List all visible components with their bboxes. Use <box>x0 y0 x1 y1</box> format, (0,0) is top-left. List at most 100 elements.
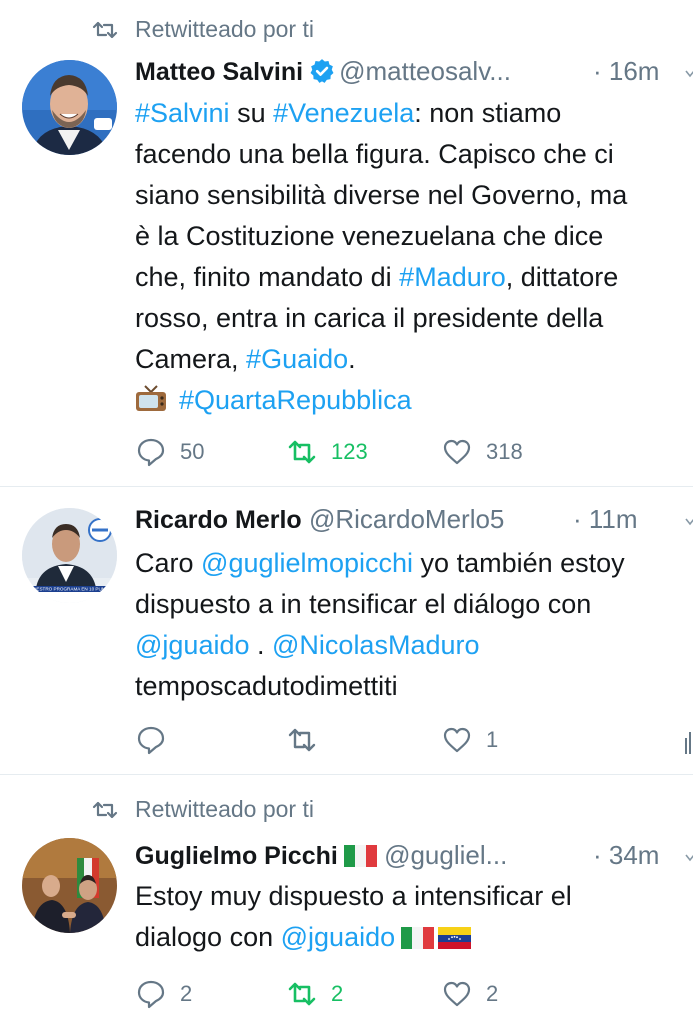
text-run: su <box>229 98 274 128</box>
retweet-icon <box>288 440 316 464</box>
mention-link[interactable]: @guglielmopicchi <box>201 548 413 578</box>
hashtag-link[interactable]: #Maduro <box>399 262 506 292</box>
text-line: facendo una bella figura. Capisco che ci <box>135 139 614 169</box>
reply-icon <box>137 726 165 755</box>
like-button[interactable]: 318 <box>442 434 523 470</box>
author-name[interactable]: Guglielmo Picchi <box>135 842 338 870</box>
text-line: è la Costituzione venezuelana che dice <box>135 221 604 251</box>
avatar-image <box>22 838 117 933</box>
text-line: che, finito mandato di #Maduro, dittator… <box>135 257 693 298</box>
like-count: 318 <box>486 439 523 464</box>
like-button[interactable]: 2 <box>442 976 498 1012</box>
retweeted-by-row: Retwitteado por ti <box>0 14 693 44</box>
tweet-time[interactable]: · 16m <box>593 56 659 87</box>
retweeted-by-label: Retwitteado por ti <box>135 796 314 822</box>
reply-icon <box>137 438 165 467</box>
author-handle[interactable]: @matteosalv... <box>339 56 511 86</box>
text-run: , dittatore <box>505 262 619 292</box>
hashtag-link[interactable]: #Salvini <box>135 98 230 128</box>
text-line: rosso, entra in carica il presidente del… <box>135 303 604 333</box>
retweet-icon <box>92 21 118 39</box>
heart-icon <box>443 727 471 753</box>
heart-icon <box>443 439 471 465</box>
chevron-down-icon[interactable] <box>685 70 693 78</box>
italy-flag-icon <box>343 845 377 867</box>
text-line: siano sensibilità diverse nel Governo, m… <box>135 180 628 210</box>
avatar-picchi[interactable] <box>22 838 117 933</box>
verified-badge-icon <box>310 59 334 83</box>
tweet-actions: 50 123 318 <box>0 434 693 474</box>
retweeted-by-label: Retwitteado por ti <box>135 16 314 42</box>
text-line: temposcadutodimettiti <box>135 671 398 701</box>
tweet-text: Estoy muy dispuesto a intensificar el di… <box>135 876 693 958</box>
reply-count: 50 <box>180 439 205 464</box>
italy-flag-icon <box>401 927 435 949</box>
chevron-down-icon[interactable] <box>685 518 693 526</box>
text-line: dispuesto a in tensificar el diálogo con <box>135 589 592 619</box>
tweet-divider <box>0 774 693 775</box>
avatar-salvini[interactable] <box>22 60 117 155</box>
tweet-header: Ricardo Merlo @RicardoMerlo5 · 11m <box>135 504 693 540</box>
avatar-merlo[interactable]: NUESTRO PROGRAMA EN 10 PUNTI <box>22 508 117 603</box>
avatar-image: NUESTRO PROGRAMA EN 10 PUNTI <box>22 508 117 603</box>
tweet-actions: 1 <box>0 722 693 762</box>
text-line: dialogo con @jguaido <box>135 917 693 958</box>
author-name[interactable]: Matteo Salvini <box>135 58 303 86</box>
tweet-time[interactable]: · 34m <box>593 840 659 871</box>
retweet-button[interactable]: 2 <box>287 976 343 1012</box>
text-run: . <box>249 630 273 660</box>
retweet-icon <box>288 982 316 1006</box>
retweet-count: 123 <box>331 439 368 464</box>
like-count: 1 <box>486 727 499 752</box>
retweet-count: 2 <box>331 981 344 1006</box>
hashtag-link[interactable]: #Guaido <box>246 344 348 374</box>
mention-link[interactable]: @NicolasMaduro <box>272 630 479 660</box>
tweet-time[interactable]: · 11m <box>573 504 638 535</box>
retweet-icon <box>288 728 316 752</box>
text-line: Estoy muy dispuesto a intensificar el <box>135 881 572 911</box>
text-line: Camera, #Guaido. <box>135 339 693 380</box>
retweet-button[interactable]: 123 <box>287 434 368 470</box>
retweet-icon <box>92 801 118 819</box>
author-name[interactable]: Ricardo Merlo <box>135 506 302 534</box>
text-run: che, finito mandato di <box>135 262 400 292</box>
tweet-text: Caro @guglielmopicchi yo también estoy d… <box>135 543 693 707</box>
television-emoji-icon <box>136 385 166 411</box>
text-run: : non stiamo <box>414 98 562 128</box>
retweeted-by-row: Retwitteado por ti <box>0 794 693 824</box>
mention-link[interactable]: @jguaido <box>135 630 250 660</box>
avatar-banner-text: NUESTRO PROGRAMA EN 10 PUNTI <box>30 587 109 592</box>
reply-icon <box>137 980 165 1009</box>
reply-button[interactable] <box>136 722 180 758</box>
hashtag-link[interactable]: #Venezuela <box>273 98 414 128</box>
mention-link[interactable]: @jguaido <box>281 922 396 952</box>
reply-button[interactable]: 50 <box>136 434 204 470</box>
reply-count: 2 <box>180 981 193 1006</box>
heart-icon <box>443 981 471 1007</box>
text-line: Caro @guglielmopicchi yo también estoy <box>135 543 693 584</box>
venezuela-flag-icon <box>438 927 472 949</box>
like-button[interactable]: 1 <box>442 722 498 758</box>
text-run: yo también estoy <box>413 548 625 578</box>
retweet-button[interactable] <box>287 722 331 758</box>
text-run: Camera, <box>135 344 247 374</box>
hashtag-link[interactable]: #QuartaRepubblica <box>179 385 412 415</box>
author-handle[interactable]: @gugliel... <box>384 840 507 870</box>
text-line: @jguaido . @NicolasMaduro <box>135 625 693 666</box>
text-run: . <box>348 344 356 374</box>
tweet-header: Guglielmo Picchi @gugliel... · 34m <box>135 840 693 876</box>
tweet-text: #Salvini su #Venezuela: non stiamo facen… <box>135 93 693 421</box>
analytics-icon[interactable] <box>685 730 691 754</box>
tweet-divider <box>0 486 693 487</box>
text-run: dialogo con <box>135 922 281 952</box>
reply-button[interactable]: 2 <box>136 976 192 1012</box>
tweet-actions: 2 2 2 <box>0 976 693 1016</box>
chevron-down-icon[interactable] <box>685 854 693 862</box>
text-line: #Salvini su #Venezuela: non stiamo <box>135 93 693 134</box>
like-count: 2 <box>486 981 499 1006</box>
text-line: #QuartaRepubblica <box>135 380 693 421</box>
text-run: Caro <box>135 548 202 578</box>
author-handle[interactable]: @RicardoMerlo5 <box>309 504 504 534</box>
tweet-header: Matteo Salvini @matteosalv... · 16m <box>135 56 693 92</box>
avatar-image <box>22 60 117 155</box>
